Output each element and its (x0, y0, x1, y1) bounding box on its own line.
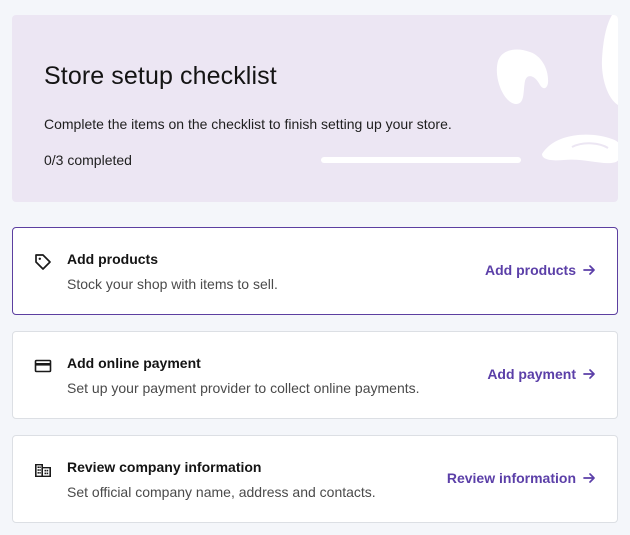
task-title: Add online payment (67, 355, 201, 371)
task-title: Review company information (67, 459, 262, 475)
arrow-right-icon (583, 473, 595, 483)
tag-icon (34, 253, 52, 271)
banner-description: Complete the items on the checklist to f… (44, 116, 452, 132)
page-title: Store setup checklist (44, 62, 277, 90)
task-description: Stock your shop with items to sell. (67, 276, 278, 292)
task-description: Set official company name, address and c… (67, 484, 376, 500)
add-payment-link[interactable]: Add payment (487, 366, 596, 382)
arrow-right-icon (583, 369, 595, 379)
task-card-add-online-payment[interactable]: Add online payment Set up your payment p… (12, 331, 618, 419)
progress-text: 0/3 completed (44, 152, 132, 168)
action-label: Review information (446, 470, 576, 486)
task-card-add-products[interactable]: Add products Stock your shop with items … (12, 227, 618, 315)
action-label: Add products (485, 262, 576, 278)
decorative-illustration (496, 15, 618, 164)
review-information-link[interactable]: Review information (447, 470, 596, 486)
arrow-right-icon (583, 265, 595, 275)
building-icon (34, 461, 52, 479)
add-products-link[interactable]: Add products (485, 262, 596, 278)
setup-checklist-banner: Store setup checklist Complete the items… (12, 15, 618, 202)
task-description: Set up your payment provider to collect … (67, 380, 420, 396)
task-card-review-company-information[interactable]: Review company information Set official … (12, 435, 618, 523)
action-label: Add payment (487, 366, 576, 382)
task-title: Add products (67, 251, 158, 267)
credit-card-icon (34, 357, 52, 375)
progress-bar (321, 157, 521, 163)
